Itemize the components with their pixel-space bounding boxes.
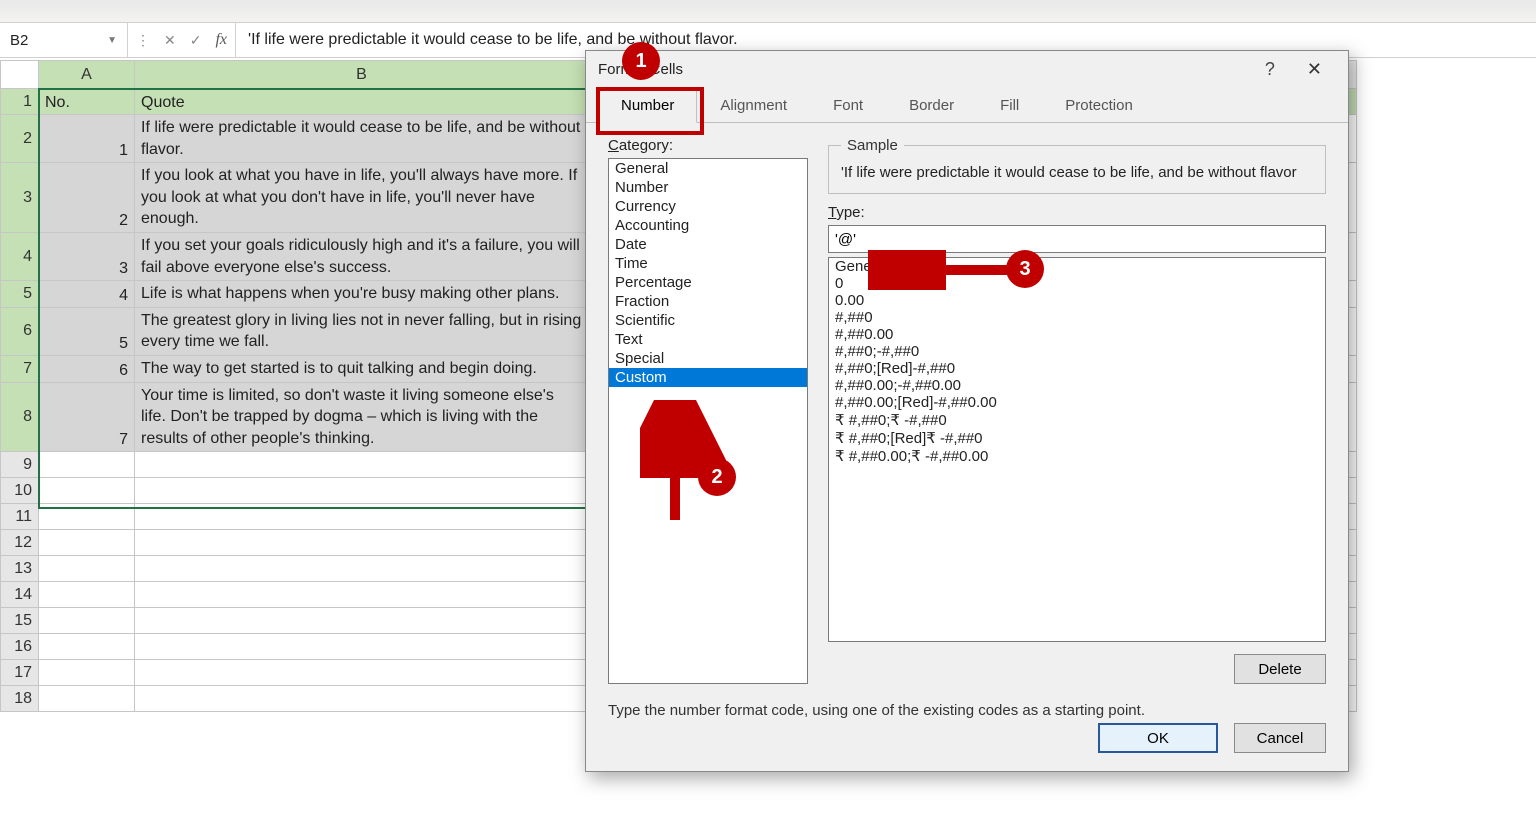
formula-input[interactable]: 'If life were predictable it would cease… bbox=[236, 31, 1536, 49]
type-option[interactable]: 0.00 bbox=[829, 292, 1325, 309]
row-header[interactable]: 17 bbox=[1, 660, 39, 686]
sample-label: Sample bbox=[841, 137, 904, 154]
cell[interactable]: 7 bbox=[39, 382, 135, 452]
cell[interactable]: No. bbox=[39, 89, 135, 115]
row-header[interactable]: 9 bbox=[1, 452, 39, 478]
cell[interactable]: Quote bbox=[135, 89, 589, 115]
cell[interactable]: Life is what happens when you're busy ma… bbox=[135, 281, 589, 308]
category-item[interactable]: Time bbox=[609, 254, 807, 273]
type-option[interactable]: General bbox=[829, 258, 1325, 275]
enter-icon[interactable]: ✓ bbox=[190, 32, 202, 49]
tab-font[interactable]: Font bbox=[810, 88, 886, 123]
tab-number[interactable]: Number bbox=[598, 88, 697, 123]
row-header[interactable]: 12 bbox=[1, 530, 39, 556]
help-icon[interactable]: ? bbox=[1247, 59, 1293, 80]
type-options-listbox[interactable]: General00.00#,##0#,##0.00#,##0;-#,##0#,#… bbox=[828, 257, 1326, 642]
row-header[interactable]: 3 bbox=[1, 163, 39, 233]
type-option[interactable]: 0 bbox=[829, 275, 1325, 292]
category-item[interactable]: Scientific bbox=[609, 311, 807, 330]
category-item[interactable]: Fraction bbox=[609, 292, 807, 311]
row-header[interactable]: 2 bbox=[1, 115, 39, 163]
category-listbox[interactable]: GeneralNumberCurrencyAccountingDateTimeP… bbox=[608, 158, 808, 684]
ok-button[interactable]: OK bbox=[1098, 723, 1218, 753]
dialog-titlebar[interactable]: Format Cells ? ✕ bbox=[586, 51, 1348, 87]
cell[interactable]: If life were predictable it would cease … bbox=[135, 115, 589, 163]
type-option[interactable]: #,##0.00;[Red]-#,##0.00 bbox=[829, 394, 1325, 411]
tab-alignment[interactable]: Alignment bbox=[697, 88, 810, 123]
dialog-title: Format Cells bbox=[598, 61, 683, 78]
name-box[interactable]: B2 ▼ bbox=[0, 23, 128, 57]
dots-icon: ⋮ bbox=[136, 32, 150, 49]
category-item[interactable]: Text bbox=[609, 330, 807, 349]
type-option[interactable]: #,##0 bbox=[829, 309, 1325, 326]
cell[interactable]: 2 bbox=[39, 163, 135, 233]
dialog-tabs: Number Alignment Font Border Fill Protec… bbox=[586, 87, 1348, 123]
formula-tools: ⋮ ✕ ✓ fx bbox=[128, 23, 236, 57]
sample-text: 'If life were predictable it would cease… bbox=[841, 164, 1313, 181]
cancel-icon[interactable]: ✕ bbox=[164, 32, 176, 49]
cell[interactable]: 5 bbox=[39, 307, 135, 355]
col-header[interactable]: B bbox=[135, 61, 589, 89]
row-header[interactable]: 6 bbox=[1, 307, 39, 355]
col-header[interactable]: A bbox=[39, 61, 135, 89]
category-label: Category: bbox=[608, 137, 808, 154]
select-all-corner[interactable] bbox=[1, 61, 39, 89]
category-item[interactable]: Special bbox=[609, 349, 807, 368]
row-header[interactable]: 7 bbox=[1, 355, 39, 382]
cell[interactable]: The greatest glory in living lies not in… bbox=[135, 307, 589, 355]
category-item[interactable]: Accounting bbox=[609, 216, 807, 235]
category-item[interactable]: General bbox=[609, 159, 807, 178]
tab-border[interactable]: Border bbox=[886, 88, 977, 123]
row-header[interactable]: 18 bbox=[1, 686, 39, 712]
delete-button[interactable]: Delete bbox=[1234, 654, 1326, 684]
row-header[interactable]: 10 bbox=[1, 478, 39, 504]
cancel-button[interactable]: Cancel bbox=[1234, 723, 1326, 753]
row-header[interactable]: 16 bbox=[1, 634, 39, 660]
name-box-value: B2 bbox=[10, 32, 28, 49]
cell[interactable]: 3 bbox=[39, 232, 135, 280]
row-header[interactable]: 15 bbox=[1, 608, 39, 634]
cell[interactable]: 4 bbox=[39, 281, 135, 308]
row-header[interactable]: 14 bbox=[1, 582, 39, 608]
cell[interactable]: If you look at what you have in life, yo… bbox=[135, 163, 589, 233]
sample-box: Sample 'If life were predictable it woul… bbox=[828, 137, 1326, 194]
type-input[interactable] bbox=[828, 225, 1326, 253]
category-item[interactable]: Custom bbox=[609, 368, 807, 387]
type-option[interactable]: ₹ #,##0;[Red]₹ -#,##0 bbox=[829, 429, 1325, 447]
category-item[interactable]: Currency bbox=[609, 197, 807, 216]
cell[interactable]: 1 bbox=[39, 115, 135, 163]
tab-fill[interactable]: Fill bbox=[977, 88, 1042, 123]
category-item[interactable]: Percentage bbox=[609, 273, 807, 292]
row-header[interactable]: 1 bbox=[1, 89, 39, 115]
tab-protection[interactable]: Protection bbox=[1042, 88, 1156, 123]
row-header[interactable]: 5 bbox=[1, 281, 39, 308]
type-option[interactable]: #,##0.00;-#,##0.00 bbox=[829, 377, 1325, 394]
close-icon[interactable]: ✕ bbox=[1293, 59, 1336, 80]
row-header[interactable]: 4 bbox=[1, 232, 39, 280]
type-option[interactable]: #,##0;-#,##0 bbox=[829, 343, 1325, 360]
row-header[interactable]: 8 bbox=[1, 382, 39, 452]
type-option[interactable]: ₹ #,##0;₹ -#,##0 bbox=[829, 411, 1325, 429]
fx-icon[interactable]: fx bbox=[215, 31, 227, 49]
type-option[interactable]: ₹ #,##0.00;₹ -#,##0.00 bbox=[829, 447, 1325, 465]
type-label: Type: bbox=[828, 204, 1326, 221]
type-option[interactable]: #,##0;[Red]-#,##0 bbox=[829, 360, 1325, 377]
row-header[interactable]: 13 bbox=[1, 556, 39, 582]
cell[interactable]: If you set your goals ridiculously high … bbox=[135, 232, 589, 280]
chevron-down-icon[interactable]: ▼ bbox=[107, 35, 117, 46]
format-cells-dialog: Format Cells ? ✕ Number Alignment Font B… bbox=[585, 50, 1349, 772]
category-item[interactable]: Date bbox=[609, 235, 807, 254]
category-item[interactable]: Number bbox=[609, 178, 807, 197]
cell[interactable]: The way to get started is to quit talkin… bbox=[135, 355, 589, 382]
cell[interactable]: 6 bbox=[39, 355, 135, 382]
type-option[interactable]: #,##0.00 bbox=[829, 326, 1325, 343]
row-header[interactable]: 11 bbox=[1, 504, 39, 530]
cell[interactable]: Your time is limited, so don't waste it … bbox=[135, 382, 589, 452]
format-hint: Type the number format code, using one o… bbox=[608, 702, 1326, 719]
